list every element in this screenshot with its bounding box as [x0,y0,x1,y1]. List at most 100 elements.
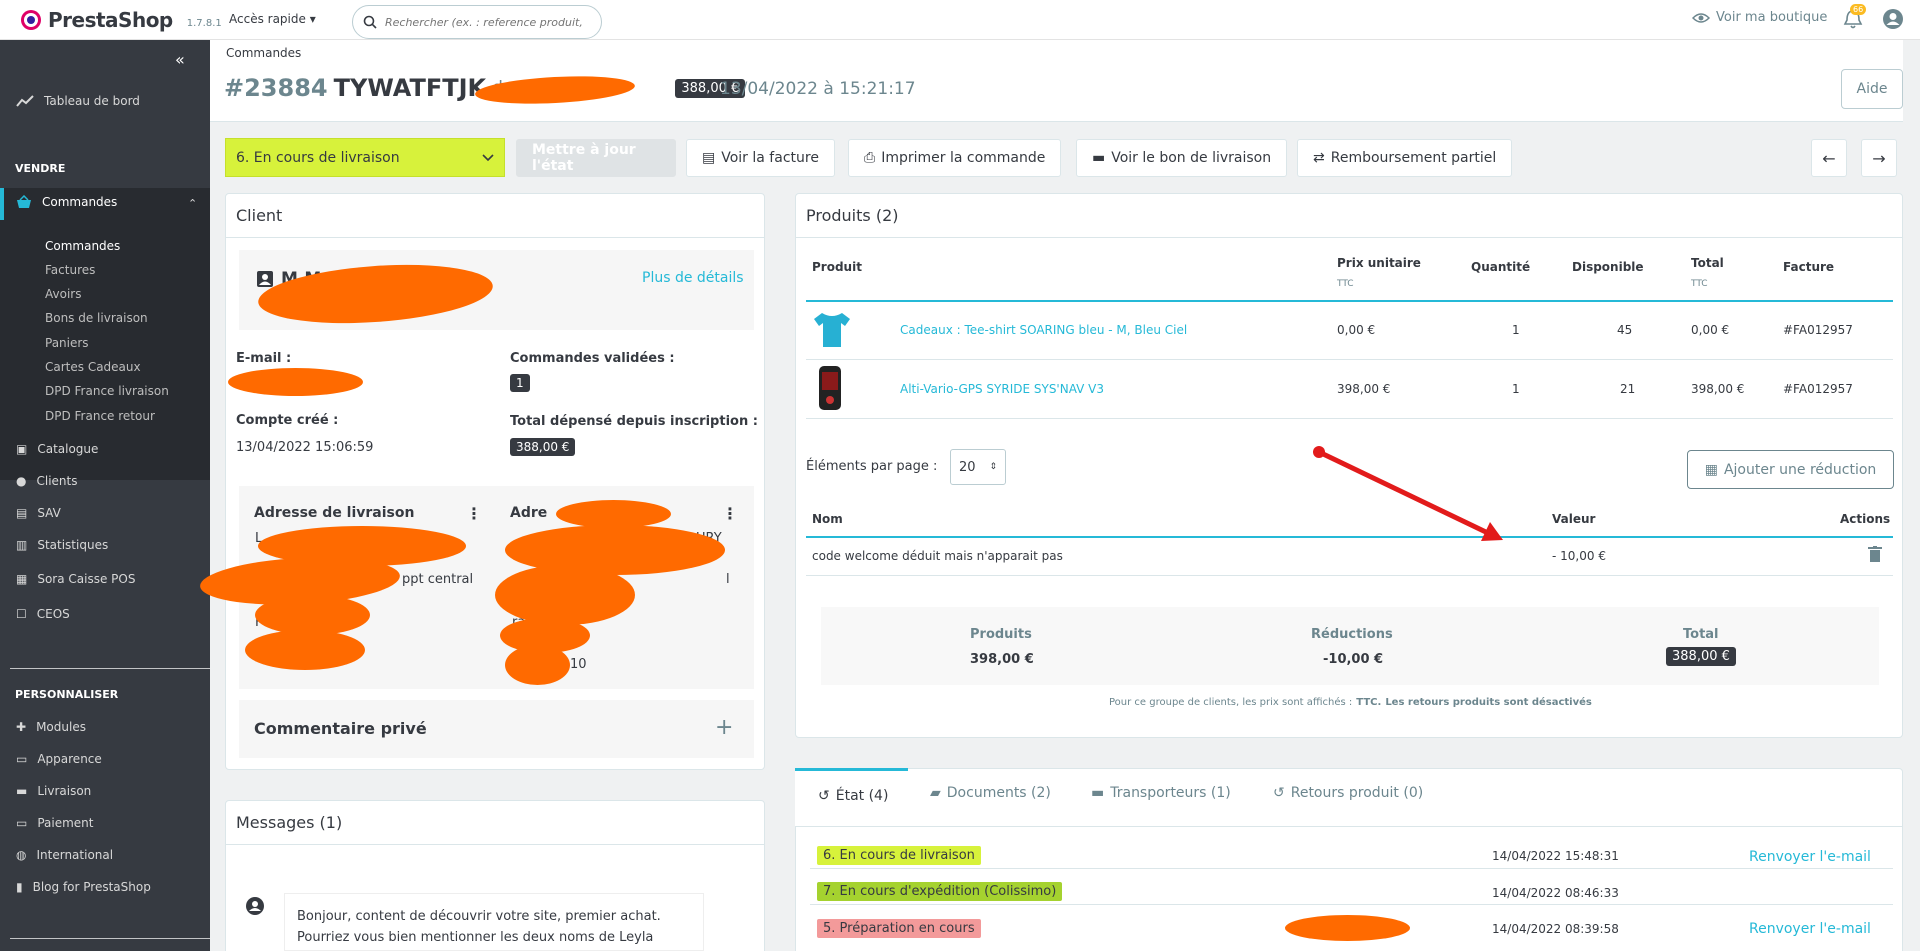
redaction-mark [245,630,365,670]
chevron-up-icon: ⌃ [188,197,198,210]
col-invoice: Facture [1783,260,1835,274]
sidebar-item-appearance[interactable]: ▭ Apparence [16,752,102,766]
shipping-address-menu-icon[interactable]: ⋮ [466,504,482,523]
tab-state[interactable]: ↺ État (4) [818,788,888,804]
sidebar-item-modules[interactable]: ✚ Modules [16,720,86,734]
sidebar-item-dashboard[interactable]: Tableau de bord [16,94,140,108]
resend-email-link[interactable]: Renvoyer l'e-mail [1749,849,1871,865]
sidebar-item-ceos[interactable]: ☐ CEOS [16,607,70,621]
sidebar-item-catalog[interactable]: ▣ Catalogue [16,442,98,456]
tab-label: Transporteurs (1) [1110,785,1231,801]
sidebar-item-international[interactable]: ◍ International [16,848,113,862]
shipping-address-fragment: ppt central [402,572,474,587]
swap-icon: ⇄ [1313,150,1325,166]
sidebar-subitem[interactable]: Bons de livraison [45,311,148,325]
per-page-value: 20 [959,459,976,475]
sidebar-subitem[interactable]: Cartes Cadeaux [45,360,141,374]
tab-documents[interactable]: ▰ Documents (2) [930,785,1051,801]
account-circle-icon [246,897,264,915]
partial-refund-button[interactable]: ⇄ Remboursement partiel [1297,139,1513,177]
collapse-sidebar-icon[interactable]: « [175,50,185,69]
account-circle-icon: ● [16,474,27,488]
sidebar-item-clients[interactable]: ● Clients [16,474,77,488]
previous-order-button[interactable]: ← [1811,139,1847,177]
truck-icon: ▬ [1092,150,1106,166]
search-box[interactable] [352,5,602,39]
discount-value: - 10,00 € [1552,549,1606,563]
view-shop-link[interactable]: Voir ma boutique [1692,10,1827,25]
sidebar-item-orders[interactable]: Commandes [16,195,117,209]
tab-returns[interactable]: ↺ Retours produit (0) [1273,785,1423,801]
more-details-link[interactable]: Plus de détails [642,270,744,286]
billing-address-fragment: 10 [570,657,587,672]
sidebar-label: Modules [36,720,86,734]
sidebar-label: Tableau de bord [44,94,140,108]
product-qty: 1 [1512,382,1520,396]
order-number: #23884 [224,74,328,102]
product-link[interactable]: Alti-Vario-GPS SYRIDE SYS'NAV V3 [900,382,1104,396]
sidebar-submenu-bg [0,220,210,480]
add-discount-button[interactable]: ▦ Ajouter une réduction [1687,450,1894,489]
sidebar-item-payment[interactable]: ▭ Paiement [16,816,94,830]
sidebar-label: Clients [36,474,78,488]
order-status-select[interactable]: 6. En cours de livraison [225,138,505,177]
next-order-button[interactable]: → [1861,139,1897,177]
sidebar-subitem[interactable]: DPD France retour [45,409,155,423]
sidebar-item-stats[interactable]: ▥ Statistiques [16,538,108,552]
sidebar-subitem[interactable]: Avoirs [45,287,81,301]
summary-total-value: 388,00 € [1666,647,1736,666]
col-product: Produit [812,260,862,274]
product-thumbnail-gps [816,364,844,412]
sidebar-item-sav[interactable]: ▤ SAV [16,506,61,520]
view-invoice-button[interactable]: ▤ Voir la facture [686,139,835,177]
tab-carriers[interactable]: ▬ Transporteurs (1) [1091,785,1231,801]
plus-icon[interactable]: + [715,715,733,740]
truck-icon: ▬ [1091,785,1105,801]
resend-email-link[interactable]: Renvoyer l'e-mail [1749,921,1871,937]
prices-note: Pour ce groupe de clients, les prix sont… [1109,697,1592,708]
breadcrumb[interactable]: Commandes [226,46,301,60]
redaction-mark [505,645,570,685]
sidebar-item-shipping[interactable]: ▬ Livraison [16,784,91,798]
quick-access-menu[interactable]: Accès rapide ▾ [229,12,316,26]
print-order-button[interactable]: ⎙ Imprimer la commande [848,139,1062,177]
per-page-select[interactable]: 20 ⇕ [950,449,1006,485]
order-reference: TYWATFTJK [333,74,487,102]
account-box-icon [257,271,273,287]
product-price: 398,00 € [1337,382,1391,396]
sidebar-label: Paiement [37,816,94,830]
validated-orders-label: Commandes validées : [510,351,675,366]
product-thumbnail-tshirt [810,309,854,351]
billing-address-menu-icon[interactable]: ⋮ [722,504,738,523]
print-icon: ⎙ [864,150,876,166]
sidebar-label: Livraison [37,784,92,798]
sidebar-subitem[interactable]: Commandes [45,239,120,253]
prestashop-logo[interactable]: PrestaShop 1.7.8.1 [20,8,222,32]
help-button[interactable]: Aide [1841,69,1903,109]
caret-down-icon: ▾ [309,12,316,26]
status-badge: 6. En cours de livraison [817,846,981,865]
history-icon: ↺ [818,788,830,804]
globe-icon: ◍ [16,848,27,862]
sidebar-item-pos[interactable]: ▦ Sora Caisse POS [16,572,135,586]
delivery-slip-button[interactable]: ▬ Voir le bon de livraison [1076,139,1288,177]
order-date: 13/04/2022 à 15:21:17 [720,79,916,99]
sidebar-subitem[interactable]: Factures [45,263,95,277]
shipping-address-title: Adresse de livraison [254,505,415,521]
sidebar-item-blog[interactable]: ▮ Blog for PrestaShop [16,880,151,894]
product-link[interactable]: Cadeaux : Tee-shirt SOARING bleu - M, Bl… [900,323,1187,337]
view-invoice-label: Voir la facture [721,150,819,166]
user-avatar-icon [1883,9,1903,29]
sort-arrows-icon: ⇕ [989,462,997,472]
desktop-icon: ▭ [16,752,28,766]
redaction-mark [495,565,635,625]
update-status-button[interactable]: Mettre à jour l'état [516,139,676,177]
sidebar-subitem[interactable]: Paniers [45,336,89,350]
delete-discount-button[interactable] [1868,546,1882,562]
user-menu[interactable] [1882,8,1904,30]
sidebar-subitem[interactable]: DPD France livraison [45,384,169,398]
search-input[interactable] [385,15,585,29]
redaction-mark [556,500,671,528]
tab-label: Retours produit (0) [1290,785,1424,801]
annotation-arrow-icon [1313,446,1503,541]
